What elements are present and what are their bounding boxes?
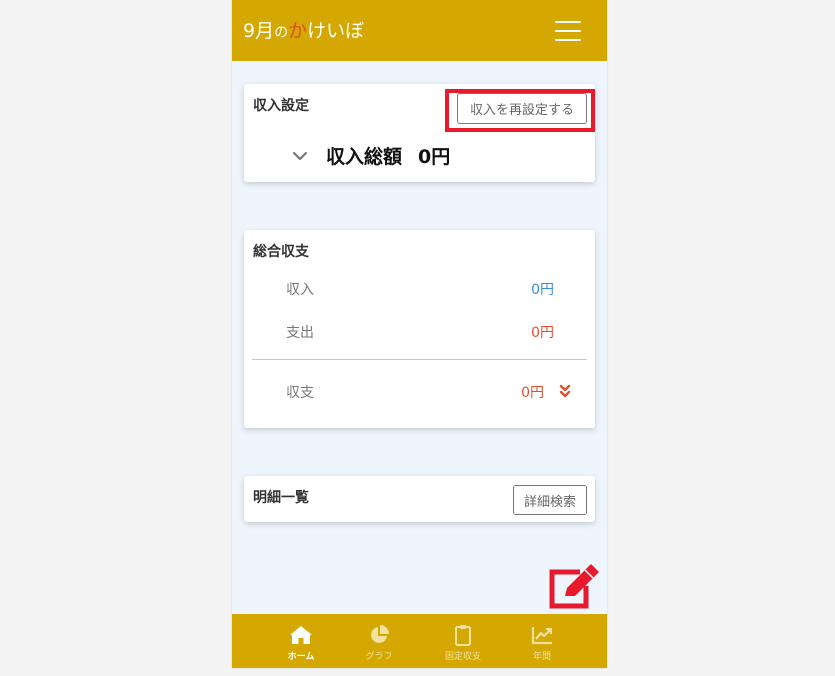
nav-home[interactable]: ホーム [266,614,336,668]
summary-title: 総合収支 [253,244,309,260]
nav-fixed[interactable]: 固定収支 [428,614,498,668]
balance-row-value: 0円 [521,385,544,401]
income-settings-card: 収入設定 収入を再設定する 収入総額 0円 [244,84,595,182]
detail-search-button[interactable]: 詳細検索 [513,485,587,515]
chevron-down-icon[interactable] [292,148,308,164]
income-row-label: 収入 [286,282,314,298]
edit-icon [549,564,599,609]
title-month: 9月 [243,20,275,42]
nav-home-label: ホーム [287,652,315,662]
expense-row-label: 支出 [286,325,314,341]
income-row-value: 0円 [531,282,554,298]
income-total-label: 収入総額 [326,146,403,168]
nav-annual[interactable]: 年間 [507,614,577,668]
expense-row-value: 0円 [531,325,554,341]
title-particle: の [274,25,289,41]
app-screen: 9月のかけいぼ 収入設定 収入を再設定する 収入総額 0円 総合収支 収入 0円… [232,0,607,668]
nav-graph[interactable]: グラフ [344,614,414,668]
summary-card: 総合収支 収入 0円 支出 0円 収支 0円 [244,230,595,428]
details-title: 明細一覧 [253,490,309,506]
app-header: 9月のかけいぼ [232,0,607,61]
clipboard-icon [454,624,472,646]
income-total-value: 0円 [418,146,451,168]
title-accent-char: か [288,20,308,42]
income-total-row: 収入総額 0円 [292,142,450,169]
nav-annual-label: 年間 [532,652,551,662]
summary-divider [252,359,587,360]
title-rest: けいぼ [307,20,365,42]
double-chevron-down-icon[interactable] [559,383,571,398]
line-chart-icon [531,624,553,646]
home-icon [289,624,313,646]
app-title: 9月のかけいぼ [243,19,364,45]
nav-fixed-label: 固定収支 [444,652,481,662]
nav-graph-label: グラフ [365,652,393,662]
details-card: 明細一覧 詳細検索 [244,476,595,522]
reset-income-button[interactable]: 収入を再設定する [457,93,587,124]
edit-fab[interactable] [548,562,604,610]
balance-row-label: 収支 [286,385,314,401]
hamburger-menu-icon[interactable] [555,21,581,41]
income-settings-title: 収入設定 [253,98,309,114]
pie-chart-icon [368,624,390,646]
bottom-nav: ホーム グラフ 固定収支 年間 [232,614,607,668]
